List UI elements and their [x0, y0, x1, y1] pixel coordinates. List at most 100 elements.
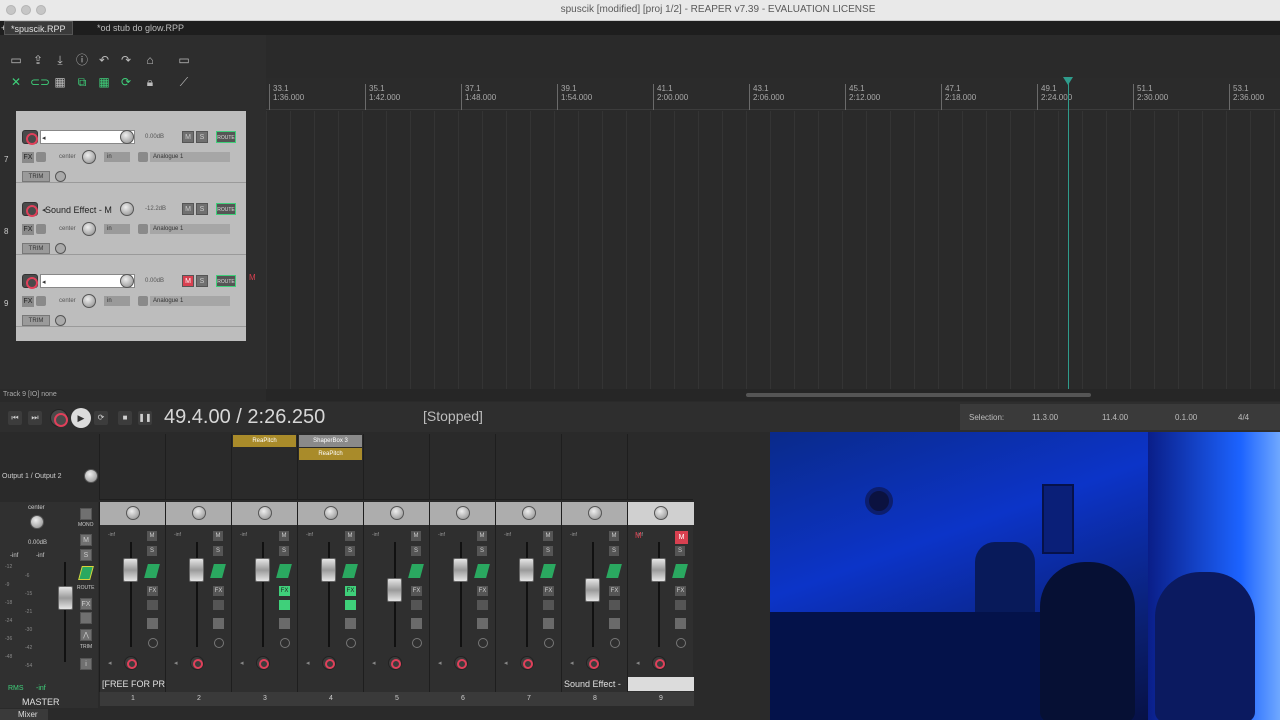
- strip-fx-bypass-button[interactable]: [345, 600, 356, 610]
- strip-fx-insert-area[interactable]: [561, 434, 627, 500]
- horizontal-scroll-thumb[interactable]: [746, 393, 1091, 397]
- strip-fx-insert-area[interactable]: [495, 434, 561, 500]
- master-phase-icon[interactable]: [78, 566, 94, 580]
- record-arm-button[interactable]: [22, 130, 38, 145]
- strip-pan-knob[interactable]: [126, 506, 140, 520]
- track-input-speaker-icon[interactable]: ◂: [42, 278, 46, 286]
- grid-icon[interactable]: ▦: [52, 74, 68, 90]
- strip-fx-button[interactable]: FX: [279, 586, 290, 596]
- strip-fader[interactable]: [387, 578, 402, 602]
- track-phase-icon[interactable]: [55, 171, 66, 182]
- track-fx-bypass-button[interactable]: [36, 152, 46, 162]
- strip-solo-button[interactable]: S: [411, 546, 421, 556]
- project-tab-spuscik[interactable]: *spuscik.RPP: [4, 21, 73, 35]
- strip-name[interactable]: [232, 677, 298, 691]
- strip-record-arm-button[interactable]: [388, 656, 402, 670]
- strip-phase-icon[interactable]: [474, 564, 490, 578]
- play-button[interactable]: ▶: [71, 408, 91, 428]
- mixer-strip[interactable]: -inf M S FX ◂ 4: [297, 502, 364, 706]
- master-mute-button[interactable]: M: [80, 534, 92, 546]
- strip-fader[interactable]: [255, 558, 270, 582]
- pause-button[interactable]: ❚❚: [138, 411, 152, 425]
- strip-monitor-speaker-icon[interactable]: ◂: [438, 659, 442, 667]
- track-input-select[interactable]: Analogue 1: [150, 296, 230, 306]
- mixer-strip[interactable]: -inf M S FX ◂ 7: [495, 502, 562, 706]
- fx-slot[interactable]: ReaPitch: [233, 435, 296, 447]
- strip-mute-button[interactable]: M: [213, 531, 223, 541]
- lock-icon[interactable]: 🔒︎: [142, 74, 158, 90]
- strip-monitor-speaker-icon[interactable]: ◂: [306, 659, 310, 667]
- strip-phase-icon[interactable]: [540, 564, 556, 578]
- strip-fader[interactable]: [519, 558, 534, 582]
- strip-fader[interactable]: [189, 558, 204, 582]
- strip-record-arm-button[interactable]: [586, 656, 600, 670]
- ripple-edit-icon[interactable]: ⧉: [74, 74, 90, 90]
- strip-envelope-icon[interactable]: [543, 618, 554, 629]
- track-input-icon[interactable]: [138, 296, 148, 306]
- master-envelope-icon[interactable]: ⋀: [80, 629, 92, 641]
- track-input-select[interactable]: Analogue 1: [150, 224, 230, 234]
- strip-name[interactable]: [364, 677, 430, 691]
- strip-record-arm-button[interactable]: [652, 656, 666, 670]
- track-input-monitor[interactable]: in: [104, 152, 130, 162]
- horizontal-scrollbar[interactable]: [266, 389, 1280, 401]
- strip-fx-bypass-button[interactable]: [147, 600, 158, 610]
- fx-slot[interactable]: ShaperBox 3: [299, 435, 362, 447]
- strip-solo-button[interactable]: S: [279, 546, 289, 556]
- track-input-speaker-icon[interactable]: ◂: [42, 134, 46, 142]
- strip-fx-bypass-button[interactable]: [213, 600, 224, 610]
- save-project-icon[interactable]: ⤓: [52, 52, 68, 68]
- track-pan-knob[interactable]: [82, 294, 96, 308]
- track-solo-button[interactable]: S: [196, 131, 208, 143]
- strip-envelope-icon[interactable]: [477, 618, 488, 629]
- track-row[interactable]: [16, 183, 246, 255]
- go-to-end-icon[interactable]: ⏭: [28, 411, 42, 425]
- envelope-tool-icon[interactable]: ⟋: [176, 74, 192, 90]
- time-display[interactable]: 49.4.00 / 2:26.250: [164, 406, 325, 429]
- strip-record-arm-button[interactable]: [124, 656, 138, 670]
- play-cursor-head-icon[interactable]: [1063, 77, 1073, 85]
- mixer-strip[interactable]: -inf M S FX ◂ 3: [231, 502, 298, 706]
- strip-envelope-icon[interactable]: [675, 618, 686, 629]
- mixer-strip[interactable]: -inf M S FX ◂ 6: [429, 502, 496, 706]
- strip-fx-button[interactable]: FX: [147, 586, 158, 596]
- strip-solo-button[interactable]: S: [213, 546, 223, 556]
- strip-io-icon[interactable]: [346, 638, 356, 648]
- master-info-icon[interactable]: i: [80, 658, 92, 670]
- track-fx-bypass-button[interactable]: [36, 296, 46, 306]
- strip-record-arm-button[interactable]: [190, 656, 204, 670]
- strip-pan-knob[interactable]: [588, 506, 602, 520]
- track-trim-button[interactable]: TRIM: [22, 315, 50, 326]
- strip-fx-bypass-button[interactable]: [411, 600, 422, 610]
- strip-mute-button[interactable]: M: [411, 531, 421, 541]
- strip-fx-button[interactable]: FX: [345, 586, 356, 596]
- strip-fx-button[interactable]: FX: [477, 586, 488, 596]
- strip-monitor-speaker-icon[interactable]: ◂: [108, 659, 112, 667]
- strip-fx-bypass-button[interactable]: [279, 600, 290, 610]
- strip-fx-button[interactable]: FX: [411, 586, 422, 596]
- master-trim-label[interactable]: TRIM: [80, 644, 92, 650]
- strip-io-icon[interactable]: [280, 638, 290, 648]
- strip-fx-insert-area[interactable]: [165, 434, 231, 500]
- project-tab-od-stub[interactable]: *od stub do glow.RPP: [91, 21, 190, 35]
- strip-fader[interactable]: [123, 558, 138, 582]
- strip-io-icon[interactable]: [148, 638, 158, 648]
- master-pan-knob[interactable]: [30, 515, 44, 529]
- strip-phase-icon[interactable]: [342, 564, 358, 578]
- selection-end[interactable]: 11.4.00: [1102, 413, 1128, 422]
- snap-icon[interactable]: ▦: [96, 74, 112, 90]
- loop-icon[interactable]: ⟳: [118, 74, 134, 90]
- record-arm-button[interactable]: [22, 274, 38, 289]
- selection-length[interactable]: 0.1.00: [1175, 413, 1197, 422]
- mixer-strip[interactable]: -inf M S FX ◂ [FREE FOR PR 1: [99, 502, 166, 706]
- strip-monitor-speaker-icon[interactable]: ◂: [372, 659, 376, 667]
- strip-pan-knob[interactable]: [258, 506, 272, 520]
- strip-mute-button[interactable]: M: [477, 531, 487, 541]
- strip-fx-button[interactable]: FX: [543, 586, 554, 596]
- track-mute-button[interactable]: M: [182, 275, 194, 287]
- track-row[interactable]: [16, 255, 246, 327]
- track-fx-button[interactable]: FX: [22, 152, 34, 163]
- strip-solo-button[interactable]: S: [609, 546, 619, 556]
- strip-pan-knob[interactable]: [456, 506, 470, 520]
- track-pan-knob[interactable]: [82, 222, 96, 236]
